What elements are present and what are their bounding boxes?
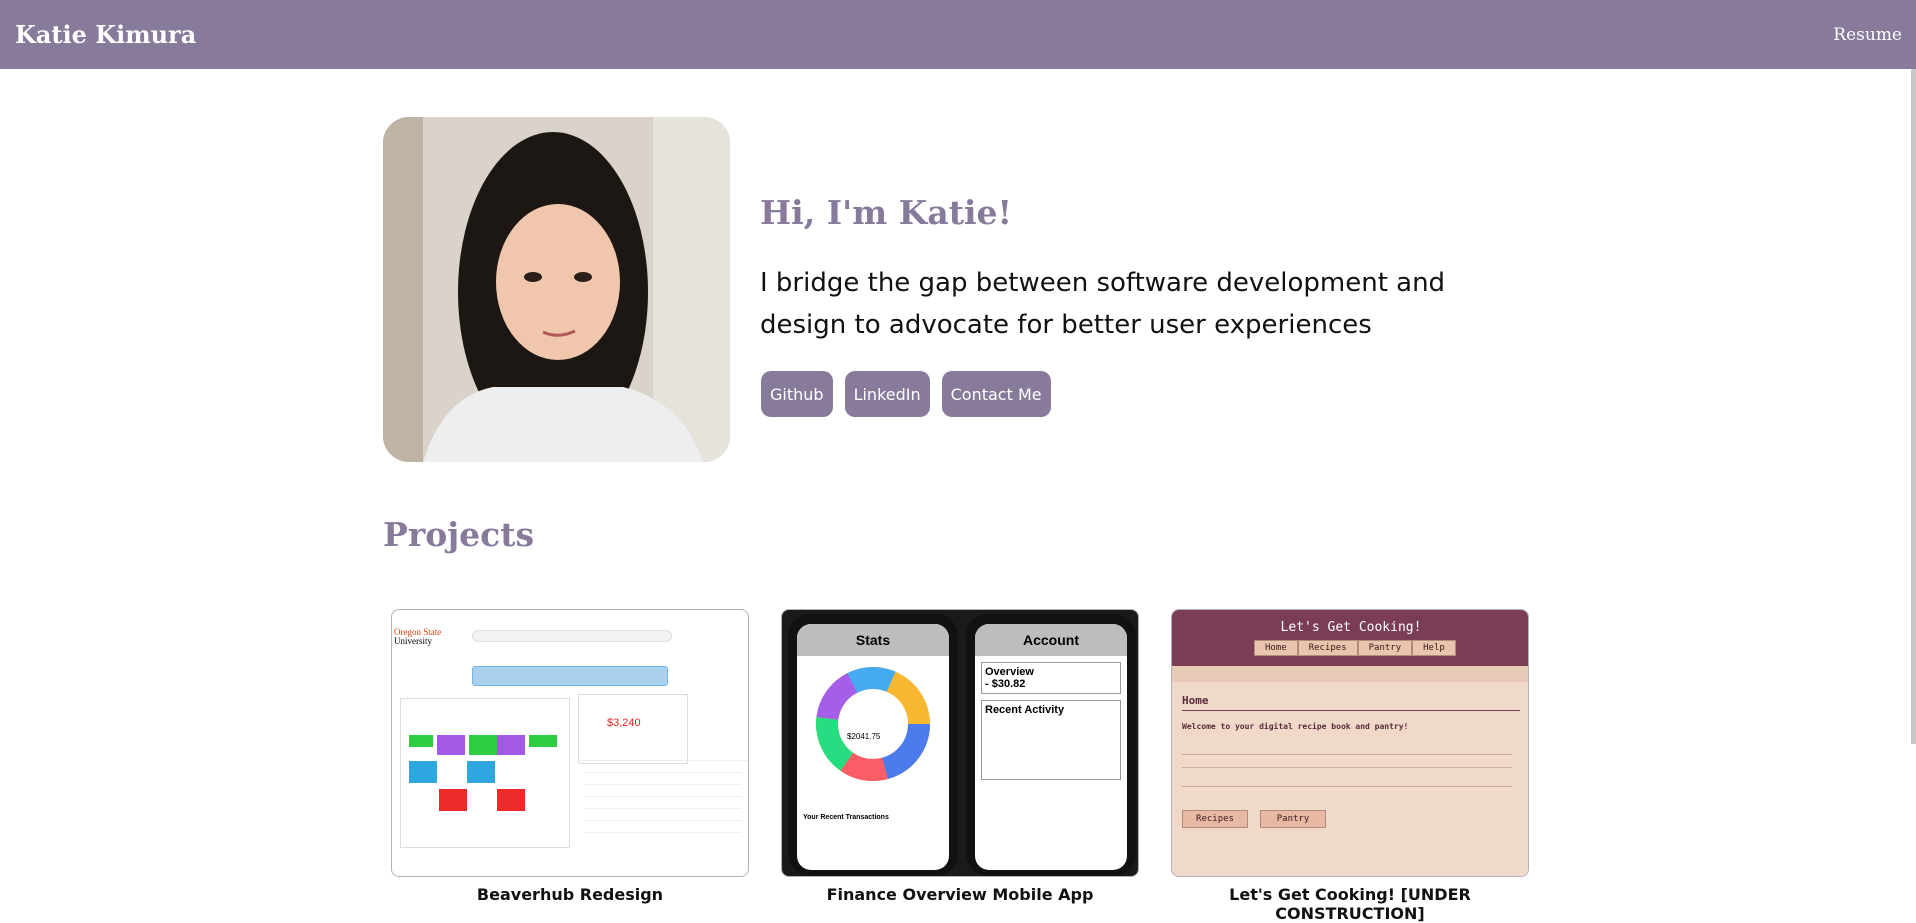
mock-donut-total: $2041.75 [847, 732, 881, 741]
mock-cooking-header: Let's Get Cooking! Home Recipes Pantry H… [1172, 610, 1528, 666]
mock-edit-mode-bar [472, 666, 668, 686]
mock-search-bar [472, 630, 672, 642]
github-button[interactable]: Github [761, 371, 833, 417]
project-card-finance[interactable]: Stats $2041.75 Your Recent Transactions … [781, 609, 1139, 904]
cooking-thumbnail[interactable]: Let's Get Cooking! Home Recipes Pantry H… [1171, 609, 1529, 877]
mock-recipes-button: Recipes [1182, 810, 1248, 828]
mock-resources-list [578, 760, 748, 850]
project-caption[interactable]: Beaverhub Redesign [391, 885, 749, 904]
beaverhub-thumbnail[interactable]: Oregon State University $3,240 [391, 609, 749, 877]
top-navbar: Katie Kimura Resume [0, 0, 1916, 69]
mock-phone-account: Account Overview - $30.82 Recent Activit… [966, 614, 1136, 876]
mock-pantry-button: Pantry [1260, 810, 1326, 828]
mock-phone-stats: Stats $2041.75 Your Recent Transactions [788, 614, 958, 876]
project-card-cooking[interactable]: Let's Get Cooking! Home Recipes Pantry H… [1171, 609, 1529, 923]
social-buttons: Github LinkedIn Contact Me [761, 371, 1051, 417]
hero-tagline: I bridge the gap between software develo… [760, 268, 1446, 340]
mock-transactions-label: Your Recent Transactions [803, 814, 889, 821]
site-brand-link[interactable]: Katie Kimura [15, 20, 196, 49]
mock-cooking-body: Home Welcome to your digital recipe book… [1172, 666, 1528, 876]
contact-me-button[interactable]: Contact Me [941, 371, 1051, 417]
page-scrollbar[interactable] [1911, 69, 1916, 744]
project-card-beaverhub[interactable]: Oregon State University $3,240 Beaverhub… [391, 609, 749, 904]
finance-thumbnail[interactable]: Stats $2041.75 Your Recent Transactions … [781, 609, 1139, 877]
resume-link[interactable]: Resume [1833, 25, 1902, 45]
mock-finance-value: $3,240 [607, 717, 641, 729]
projects-heading: Projects [383, 515, 535, 554]
osu-logo: Oregon State University [394, 627, 442, 646]
profile-photo [383, 117, 730, 462]
project-caption[interactable]: Finance Overview Mobile App [781, 885, 1139, 904]
mock-finances-widget: $3,240 [578, 694, 688, 764]
linkedin-button[interactable]: LinkedIn [844, 371, 930, 417]
hero-greeting: Hi, I'm Katie! [760, 193, 1012, 232]
mock-calendar [400, 698, 570, 848]
project-caption[interactable]: Let's Get Cooking! [UNDER CONSTRUCTION] [1171, 885, 1529, 923]
